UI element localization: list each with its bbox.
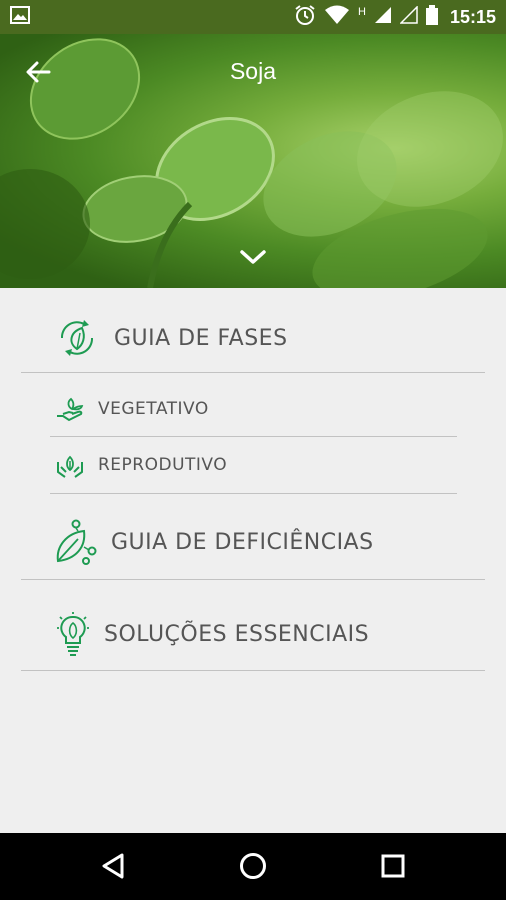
lightbulb-leaf-icon: [56, 611, 90, 657]
cell-signal-empty-icon: [399, 4, 418, 29]
menu-list: GUIA DE FASES VEGETATIVO REPRODUTIVO GUI…: [0, 288, 506, 833]
menu-item-label: VEGETATIVO: [98, 399, 209, 419]
recents-square-icon: [380, 853, 406, 884]
home-circle-icon: [238, 851, 268, 886]
menu-item-guia-de-fases[interactable]: GUIA DE FASES: [54, 314, 288, 362]
page-title: Soja: [229, 58, 277, 84]
divider: [21, 579, 485, 580]
menu-item-label: SOLUÇÕES ESSENCIAIS: [104, 621, 370, 647]
menu-item-solucoes-essenciais[interactable]: SOLUÇÕES ESSENCIAIS: [56, 610, 369, 658]
menu-item-label: GUIA DE DEFICIÊNCIAS: [111, 529, 374, 555]
header-banner: Soja: [0, 34, 506, 288]
back-triangle-icon: [100, 852, 126, 885]
leaf-nodes-icon: [54, 519, 98, 565]
divider: [50, 436, 457, 437]
battery-icon: [425, 4, 438, 30]
menu-item-label: GUIA DE FASES: [114, 325, 288, 351]
hand-plant-icon: [55, 394, 85, 424]
menu-item-reprodutivo[interactable]: REPRODUTIVO: [55, 448, 227, 482]
menu-item-label: REPRODUTIVO: [98, 455, 228, 475]
wifi-icon: [324, 5, 350, 30]
cell-signal-icon: [374, 6, 392, 29]
divider: [21, 372, 485, 373]
menu-item-vegetativo[interactable]: VEGETATIVO: [55, 392, 209, 426]
expand-header-button[interactable]: [235, 246, 271, 272]
nav-recents-button[interactable]: [376, 851, 410, 885]
status-bar: H 15:15: [0, 0, 506, 34]
nav-back-button[interactable]: [96, 851, 130, 885]
alarm-icon: [294, 4, 316, 31]
menu-item-guia-de-deficiencias[interactable]: GUIA DE DEFICIÊNCIAS: [54, 518, 374, 566]
network-type-label: H: [358, 5, 366, 18]
leaf-cycle-icon: [54, 315, 100, 361]
divider: [50, 493, 457, 494]
nav-home-button[interactable]: [236, 851, 270, 885]
divider: [21, 670, 485, 671]
status-time: 15:15: [449, 6, 496, 27]
chevron-down-icon: [239, 248, 267, 271]
system-navigation-bar: [0, 833, 506, 900]
hands-plant-icon: [55, 450, 85, 480]
image-notification-icon: [10, 5, 30, 29]
